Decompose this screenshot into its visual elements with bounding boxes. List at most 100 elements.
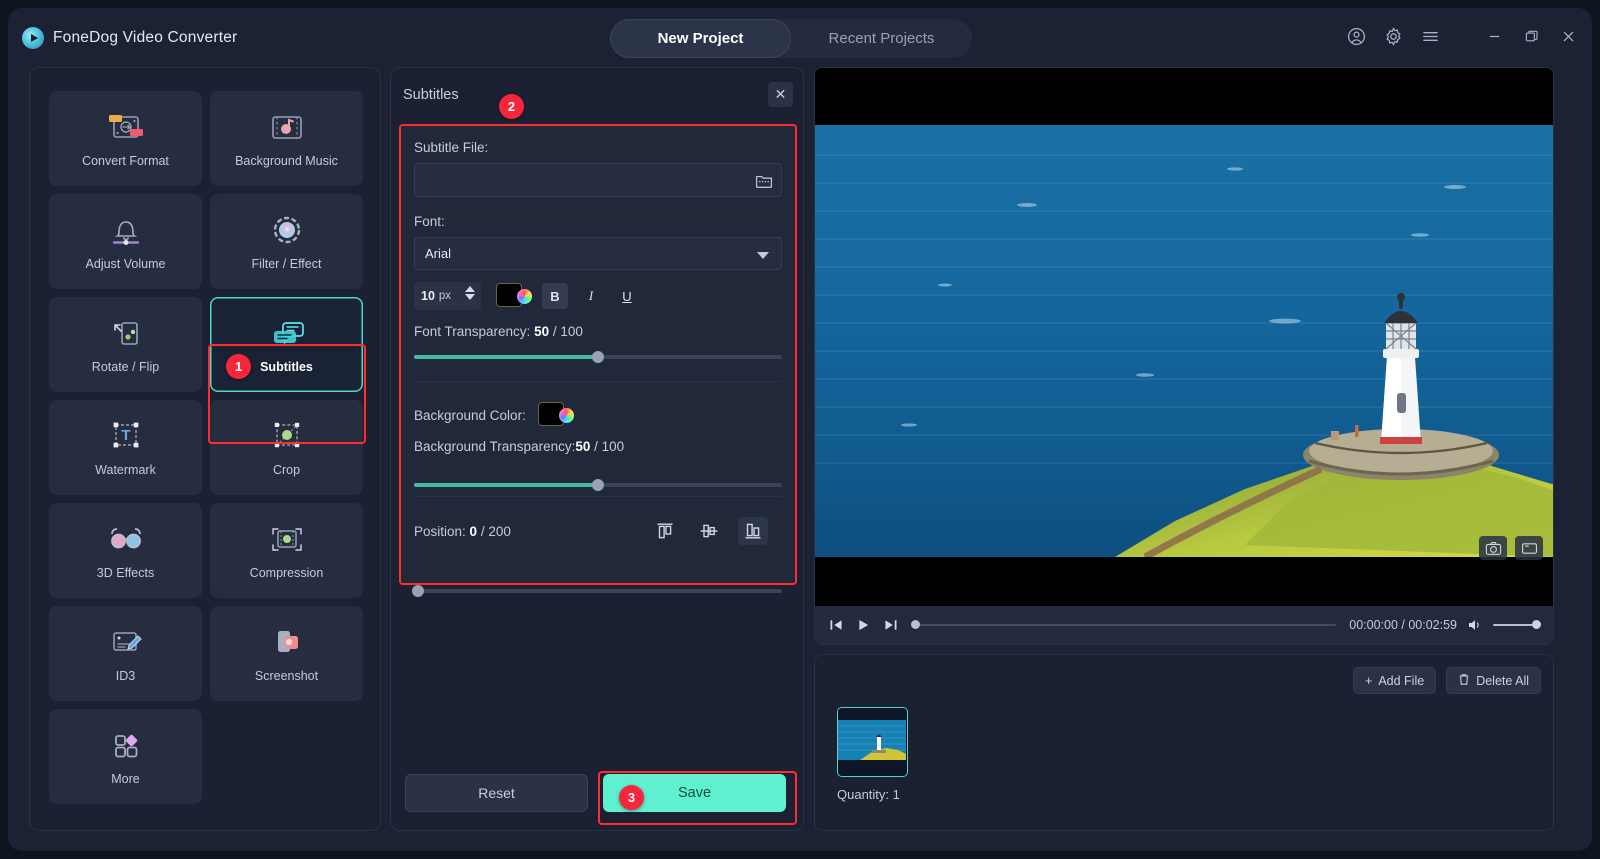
background-color-label: Background Color: bbox=[414, 407, 526, 423]
tool-label: Filter / Effect bbox=[251, 256, 322, 271]
play-icon[interactable] bbox=[854, 616, 872, 634]
background-color-picker[interactable] bbox=[537, 402, 574, 428]
3d-effects-icon bbox=[105, 522, 147, 558]
subtitle-file-group: Subtitle File: bbox=[414, 140, 782, 155]
brand: FoneDog Video Converter bbox=[22, 27, 237, 49]
volume-icon[interactable] bbox=[1466, 616, 1484, 634]
close-button[interactable] bbox=[1558, 26, 1578, 46]
slider-knob[interactable] bbox=[592, 479, 604, 491]
tool-id3[interactable]: ID3 bbox=[49, 606, 202, 701]
slider-fill bbox=[414, 355, 598, 359]
align-middle-icon[interactable] bbox=[694, 517, 724, 545]
tool-background-music[interactable]: Background Music bbox=[210, 91, 363, 186]
font-size-stepper[interactable]: 10 px bbox=[414, 282, 481, 310]
tool-screenshot[interactable]: Screenshot bbox=[210, 606, 363, 701]
seek-knob[interactable] bbox=[911, 620, 920, 629]
tool-label: Background Music bbox=[235, 153, 338, 168]
font-size-value: 10 bbox=[421, 289, 435, 303]
reset-button[interactable]: Reset bbox=[405, 774, 588, 812]
settings-gear-icon[interactable] bbox=[1383, 26, 1403, 46]
subtitle-file-label: Subtitle File: bbox=[414, 140, 489, 155]
slider-track bbox=[414, 589, 782, 593]
align-bottom-icon[interactable] bbox=[738, 517, 768, 545]
underline-button[interactable]: U bbox=[614, 283, 640, 309]
stepper-arrows-icon[interactable] bbox=[465, 286, 475, 300]
tool-label: ID3 bbox=[115, 668, 136, 683]
subtitle-file-input-wrap bbox=[414, 163, 782, 197]
slider-knob[interactable] bbox=[412, 585, 424, 597]
alignment-buttons bbox=[650, 517, 768, 545]
bold-button[interactable]: B bbox=[542, 283, 568, 309]
color-wheel-icon[interactable] bbox=[558, 408, 574, 423]
delete-all-button[interactable]: Delete All bbox=[1446, 667, 1541, 694]
italic-button[interactable]: I bbox=[578, 283, 604, 309]
slider-knob[interactable] bbox=[592, 351, 604, 363]
step-badge-2: 2 bbox=[499, 94, 524, 119]
font-transparency-slider[interactable] bbox=[414, 350, 782, 364]
tool-filter-effect[interactable]: Filter / Effect bbox=[210, 194, 363, 289]
rotate-flip-icon bbox=[107, 316, 145, 352]
background-transparency-max: / 100 bbox=[594, 439, 625, 454]
font-label: Font: bbox=[414, 214, 445, 229]
font-color-picker[interactable] bbox=[496, 283, 532, 309]
add-file-button[interactable]: + Add File bbox=[1353, 667, 1437, 694]
video-preview: 00:00:00 / 00:02:59 bbox=[814, 67, 1554, 645]
tool-label: Convert Format bbox=[82, 153, 169, 168]
tool-label: Watermark bbox=[95, 462, 156, 477]
volume-knob[interactable] bbox=[1532, 620, 1541, 629]
close-icon[interactable]: ✕ bbox=[768, 82, 793, 107]
tool-more[interactable]: More bbox=[49, 709, 202, 804]
video-stage[interactable] bbox=[815, 68, 1553, 608]
tab-recent-projects[interactable]: Recent Projects bbox=[791, 19, 972, 58]
video-frame bbox=[815, 125, 1553, 557]
position-slider[interactable] bbox=[412, 584, 782, 598]
add-file-label: Add File bbox=[1378, 673, 1425, 688]
step-badge-3: 3 bbox=[619, 785, 644, 810]
divider bbox=[414, 381, 782, 382]
seek-track bbox=[912, 624, 1337, 626]
tool-crop[interactable]: Crop bbox=[210, 400, 363, 495]
fullscreen-icon[interactable] bbox=[1515, 536, 1543, 560]
font-format-bar: 10 px B I U bbox=[414, 281, 782, 311]
background-transparency-slider[interactable] bbox=[414, 478, 782, 492]
tool-3d-effects[interactable]: 3D Effects bbox=[49, 503, 202, 598]
panel-title: Subtitles bbox=[403, 87, 459, 103]
font-size-unit: px bbox=[438, 290, 452, 302]
position-label: Position: 0 / 200 bbox=[414, 524, 511, 539]
tool-watermark[interactable]: T Watermark bbox=[49, 400, 202, 495]
snapshot-camera-icon[interactable] bbox=[1479, 536, 1507, 560]
account-icon[interactable] bbox=[1346, 26, 1366, 46]
font-transparency-label: Font Transparency: 50 / 100 bbox=[414, 324, 782, 339]
font-family-select[interactable]: Arial bbox=[414, 237, 782, 270]
subtitle-file-input[interactable] bbox=[424, 164, 754, 196]
folder-icon[interactable] bbox=[754, 171, 774, 191]
lighthouse-video-thumbnail[interactable] bbox=[837, 707, 908, 777]
color-wheel-icon[interactable] bbox=[517, 289, 532, 304]
watermark-icon: T bbox=[108, 419, 144, 455]
skip-back-icon[interactable] bbox=[827, 616, 845, 634]
tool-label: Crop bbox=[272, 462, 301, 477]
seek-slider[interactable] bbox=[911, 619, 1337, 631]
tool-label: Subtitles bbox=[260, 359, 313, 374]
step-badge-1: 1 bbox=[226, 354, 251, 379]
tool-convert-format[interactable]: Convert Format bbox=[49, 91, 202, 186]
menu-icon[interactable] bbox=[1420, 26, 1440, 46]
volume-slider[interactable] bbox=[1493, 619, 1541, 631]
tool-label: 3D Effects bbox=[96, 565, 155, 580]
tool-label: Adjust Volume bbox=[85, 256, 166, 271]
tab-new-project[interactable]: New Project bbox=[610, 19, 791, 58]
plus-icon: + bbox=[1365, 673, 1373, 688]
skip-forward-icon[interactable] bbox=[881, 616, 899, 634]
tool-rotate-flip[interactable]: Rotate / Flip bbox=[49, 297, 202, 392]
minimize-button[interactable] bbox=[1484, 26, 1504, 46]
subtitle-file-row bbox=[414, 163, 782, 197]
align-top-icon[interactable] bbox=[650, 517, 680, 545]
tool-compression[interactable]: Compression bbox=[210, 503, 363, 598]
play-circle-icon bbox=[22, 27, 44, 49]
tool-adjust-volume[interactable]: Adjust Volume bbox=[49, 194, 202, 289]
font-transparency-group: Font Transparency: 50 / 100 bbox=[414, 324, 782, 339]
subtitle-form: Subtitle File: Font: Arial 10 px B I U F… bbox=[401, 126, 795, 597]
maximize-button[interactable] bbox=[1521, 26, 1541, 46]
tool-label: Rotate / Flip bbox=[91, 359, 160, 374]
background-color-group: Background Color: bbox=[414, 402, 782, 428]
